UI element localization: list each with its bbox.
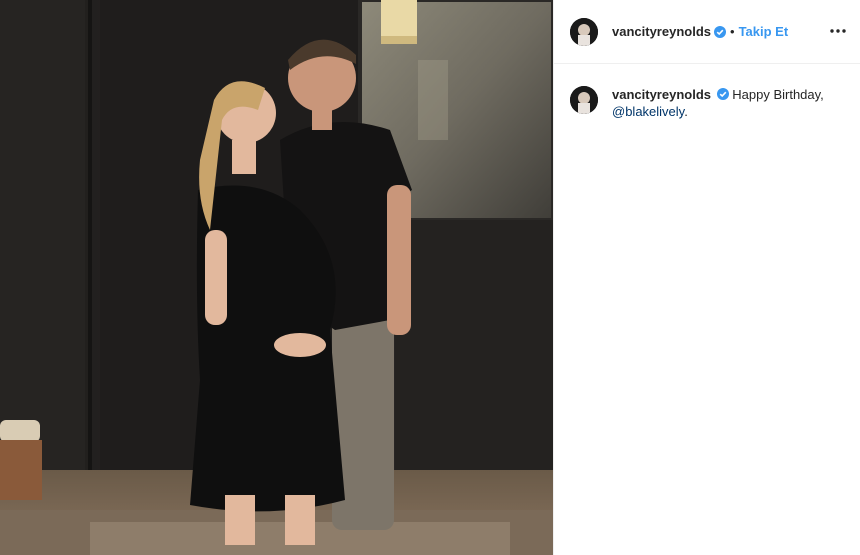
photo-illustration [0, 0, 553, 555]
caption-text: vancityreynolds Happy Birthday, @blakeli… [612, 86, 824, 120]
post-side-panel: vancityreynolds • Takip Et vancityreynol… [553, 0, 860, 555]
post-image[interactable] [0, 0, 553, 555]
avatar-image [570, 86, 598, 114]
avatar[interactable] [570, 17, 598, 46]
mention-link[interactable]: @blakelively [612, 104, 684, 119]
caption-end: . [684, 104, 688, 119]
verified-badge-icon [714, 25, 726, 38]
separator-dot: • [730, 24, 735, 39]
post-caption: vancityreynolds Happy Birthday, @blakeli… [570, 86, 840, 120]
username-link[interactable]: vancityreynolds [612, 24, 711, 39]
caption-message: Happy Birthday, [732, 87, 824, 102]
post-header: vancityreynolds • Takip Et [554, 0, 860, 64]
verified-badge-icon [716, 88, 729, 100]
more-options-icon[interactable] [829, 22, 847, 40]
caption-avatar[interactable] [570, 86, 598, 114]
caption-username[interactable]: vancityreynolds [612, 87, 711, 102]
follow-button[interactable]: Takip Et [739, 24, 789, 39]
avatar-image [570, 17, 598, 46]
